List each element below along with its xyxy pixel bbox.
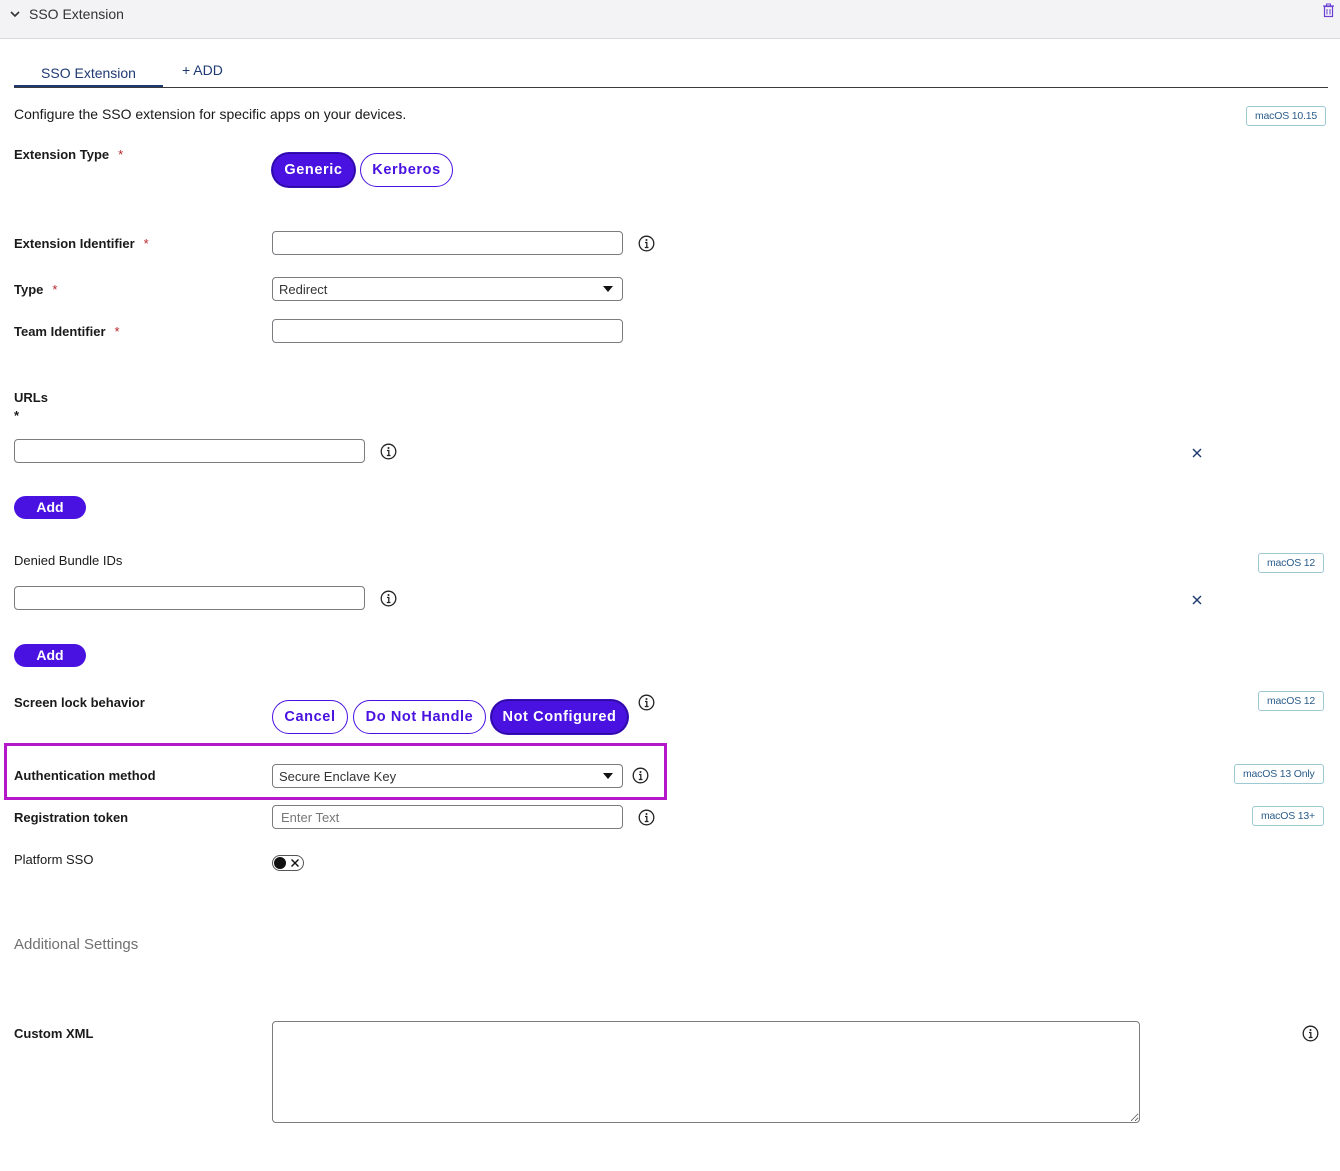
authentication-method-label: Authentication method <box>14 768 156 783</box>
info-icon[interactable] <box>1302 1025 1319 1042</box>
extension-identifier-input[interactable] <box>272 231 623 255</box>
os-badge: macOS 13 Only <box>1234 764 1324 784</box>
denied-bundle-id-input[interactable] <box>14 586 365 610</box>
screen-lock-cancel-button[interactable]: Cancel <box>272 700 348 734</box>
remove-url-icon[interactable] <box>1192 448 1202 458</box>
required-marker: * <box>14 408 20 423</box>
toggle-knob <box>274 857 286 869</box>
info-icon[interactable] <box>632 767 649 784</box>
extension-type-kerberos-button[interactable]: Kerberos <box>360 153 453 187</box>
trash-icon[interactable] <box>1322 3 1335 18</box>
info-icon[interactable] <box>638 809 655 826</box>
type-label: Type * <box>14 282 58 297</box>
os-badge: macOS 12 <box>1258 691 1325 711</box>
chevron-down-icon[interactable] <box>9 8 21 20</box>
required-marker: * <box>52 282 58 297</box>
info-icon[interactable] <box>380 443 397 460</box>
add-url-button[interactable]: Add <box>14 496 86 519</box>
tab-divider <box>14 87 1328 88</box>
type-select-value: Redirect <box>279 282 328 297</box>
screen-lock-not-configured-button[interactable]: Not Configured <box>491 700 628 734</box>
url-input[interactable] <box>14 439 365 463</box>
extension-identifier-label: Extension Identifier * <box>14 236 149 251</box>
section-header[interactable]: SSO Extension <box>0 0 1340 39</box>
extension-type-label: Extension Type * <box>14 147 124 162</box>
caret-down-icon <box>603 773 613 779</box>
registration-token-input[interactable] <box>272 805 623 829</box>
authentication-method-select[interactable]: Secure Enclave Key <box>272 764 623 788</box>
team-identifier-input[interactable] <box>272 319 623 343</box>
x-icon <box>291 859 299 867</box>
extension-type-generic-button[interactable]: Generic <box>272 153 355 187</box>
urls-label: URLs <box>14 390 48 405</box>
denied-bundle-ids-label: Denied Bundle IDs <box>14 553 123 568</box>
section-title: SSO Extension <box>29 6 124 22</box>
screen-lock-behavior-label: Screen lock behavior <box>14 695 145 710</box>
info-icon[interactable] <box>638 235 655 252</box>
caret-down-icon <box>603 286 613 292</box>
type-select[interactable]: Redirect <box>272 277 623 301</box>
remove-bundle-id-icon[interactable] <box>1192 595 1202 605</box>
required-marker: * <box>114 324 120 339</box>
platform-sso-label: Platform SSO <box>14 852 94 867</box>
os-badge: macOS 13+ <box>1252 806 1324 826</box>
tab-sso-extension[interactable]: SSO Extension <box>14 59 163 88</box>
screen-lock-do-not-handle-button[interactable]: Do Not Handle <box>353 700 486 734</box>
platform-sso-toggle[interactable] <box>272 855 304 871</box>
add-tab-button[interactable]: + ADD <box>182 62 223 78</box>
info-icon[interactable] <box>638 694 655 711</box>
intro-text: Configure the SSO extension for specific… <box>14 106 407 122</box>
os-badge: macOS 12 <box>1258 553 1325 573</box>
add-bundle-id-button[interactable]: Add <box>14 644 86 667</box>
info-icon[interactable] <box>380 590 397 607</box>
registration-token-label: Registration token <box>14 810 129 825</box>
custom-xml-textarea[interactable] <box>272 1021 1140 1123</box>
additional-settings-heading: Additional Settings <box>14 936 139 953</box>
os-badge: macOS 10.15 <box>1246 106 1326 126</box>
required-marker: * <box>143 236 149 251</box>
team-identifier-label: Team Identifier * <box>14 324 120 339</box>
custom-xml-label: Custom XML <box>14 1026 94 1041</box>
required-marker: * <box>118 147 124 162</box>
authentication-method-value: Secure Enclave Key <box>279 769 397 784</box>
